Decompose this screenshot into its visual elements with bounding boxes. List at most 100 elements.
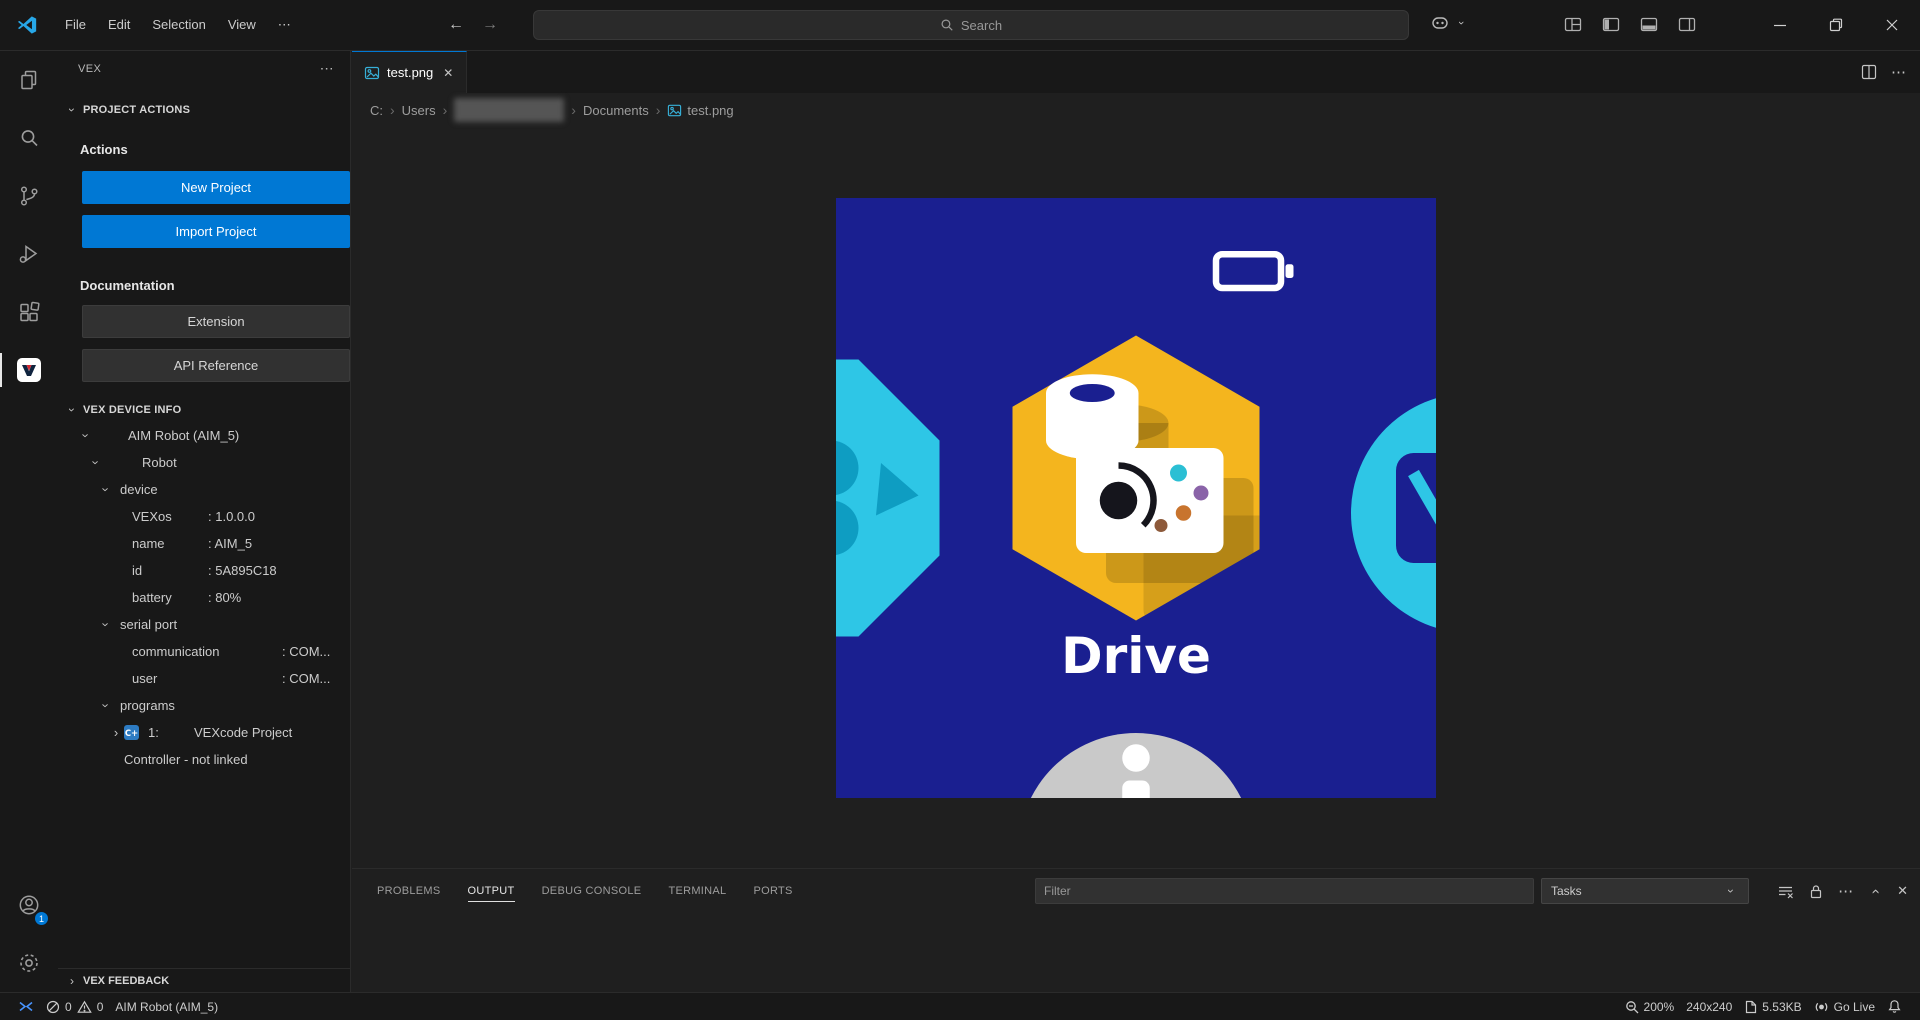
device-label: AIM Robot (AIM_5) <box>115 1000 218 1014</box>
output-channel-select[interactable]: Tasks › <box>1541 878 1749 904</box>
close-window-button[interactable] <box>1864 0 1920 50</box>
new-project-button[interactable]: New Project <box>82 171 350 204</box>
tab-bar: test.png ✕ ⋯ <box>352 51 1920 93</box>
prop-value: : 1.0.0.0 <box>208 503 255 530</box>
import-project-button[interactable]: Import Project <box>82 215 350 248</box>
titlebar: File Edit Selection View ⋯ ← → Search › <box>0 0 1920 51</box>
menu-edit[interactable]: Edit <box>97 10 141 40</box>
window-controls <box>1752 0 1920 50</box>
go-live-label: Go Live <box>1834 1000 1875 1014</box>
tab-debug-console[interactable]: DEBUG CONSOLE <box>542 880 642 902</box>
breadcrumb-file[interactable]: test.png <box>667 103 733 118</box>
breadcrumb-documents[interactable]: Documents <box>583 103 649 118</box>
remote-indicator[interactable] <box>12 996 40 1018</box>
tree-item-programs[interactable]: › programs <box>58 692 350 719</box>
extensions-icon[interactable] <box>0 283 58 341</box>
menu-more-icon[interactable]: ⋯ <box>267 10 302 40</box>
minimize-button[interactable] <box>1752 0 1808 50</box>
lock-autoscroll-icon[interactable] <box>1808 883 1824 900</box>
close-panel-icon[interactable]: ✕ <box>1897 883 1908 899</box>
tree-item-communication[interactable]: communication : COM... <box>58 638 350 665</box>
tab-test-png[interactable]: test.png ✕ <box>352 51 467 93</box>
tree-item-battery[interactable]: battery : 80% <box>58 584 350 611</box>
tree-item-id[interactable]: id : 5A895C18 <box>58 557 350 584</box>
section-project-actions[interactable]: › PROJECT ACTIONS <box>58 98 350 122</box>
explorer-icon[interactable] <box>0 51 58 109</box>
menu-file[interactable]: File <box>54 10 97 40</box>
accounts-icon[interactable]: 1 <box>0 876 58 934</box>
search-box[interactable]: Search <box>533 10 1409 40</box>
vex-extension-icon[interactable] <box>0 341 58 399</box>
forward-icon[interactable]: → <box>482 16 498 34</box>
restore-button[interactable] <box>1808 0 1864 50</box>
source-control-icon[interactable] <box>0 167 58 225</box>
tree-item-vexos[interactable]: VEXos : 1.0.0.0 <box>58 503 350 530</box>
copilot-menu[interactable]: › <box>1430 13 1469 33</box>
settings-gear-icon[interactable] <box>0 934 58 992</box>
prop-label: user <box>132 665 157 692</box>
problems-summary[interactable]: 0 0 <box>40 996 109 1018</box>
prop-value: : 5A895C18 <box>208 557 277 584</box>
api-reference-button[interactable]: API Reference <box>82 349 350 382</box>
back-icon[interactable]: ← <box>448 16 464 34</box>
close-tab-icon[interactable]: ✕ <box>440 64 456 82</box>
section-vex-feedback[interactable]: › VEX FEEDBACK <box>58 968 350 992</box>
search-view-icon[interactable] <box>0 109 58 167</box>
image-dimensions[interactable]: 240x240 <box>1680 996 1738 1018</box>
breadcrumb-drive[interactable]: C: <box>370 103 383 118</box>
search-icon <box>940 18 954 32</box>
chevron-right-icon: › <box>108 719 124 746</box>
editor-more-icon[interactable]: ⋯ <box>1891 63 1906 81</box>
toggle-primary-sidebar-icon[interactable] <box>1602 16 1620 33</box>
prop-value: : 80% <box>208 584 241 611</box>
tree-item-controller[interactable]: Controller - not linked <box>58 746 350 773</box>
section-label: PROJECT ACTIONS <box>83 104 190 116</box>
split-editor-icon[interactable] <box>1861 64 1877 80</box>
prop-label: name <box>132 530 165 557</box>
sidebar-more-icon[interactable]: ⋯ <box>320 60 334 77</box>
breadcrumb-file-label: test.png <box>687 103 733 118</box>
breadcrumb-users[interactable]: Users <box>402 103 436 118</box>
tree-item-serial-port[interactable]: › serial port <box>58 611 350 638</box>
maximize-panel-icon[interactable]: › <box>1867 883 1884 899</box>
toggle-secondary-sidebar-icon[interactable] <box>1678 16 1696 33</box>
tab-terminal[interactable]: TERMINAL <box>668 880 726 902</box>
chevron-down-icon: › <box>93 482 120 498</box>
tree-item-robot-root[interactable]: › AIM Robot (AIM_5) <box>58 422 350 449</box>
extension-docs-button[interactable]: Extension <box>82 305 350 338</box>
customize-layout-icon[interactable] <box>1564 16 1582 33</box>
breadcrumb-user-redacted[interactable] <box>454 98 564 122</box>
tab-output[interactable]: OUTPUT <box>468 880 515 902</box>
notifications-button[interactable] <box>1881 996 1908 1018</box>
status-bar: 0 0 AIM Robot (AIM_5) 200% 240x240 5.53K… <box>0 992 1920 1020</box>
menu-view[interactable]: View <box>217 10 267 40</box>
menu-selection[interactable]: Selection <box>141 10 216 40</box>
section-device-info[interactable]: › VEX DEVICE INFO <box>58 398 350 422</box>
connected-device[interactable]: AIM Robot (AIM_5) <box>109 996 224 1018</box>
image-zoom-control[interactable]: 200% <box>1619 996 1681 1018</box>
program-index: 1: <box>148 719 159 746</box>
tree-item-user-port[interactable]: user : COM... <box>58 665 350 692</box>
tree-item-device[interactable]: › device <box>58 476 350 503</box>
bell-icon <box>1887 999 1902 1014</box>
tree-item-robot[interactable]: › Robot <box>58 449 350 476</box>
error-icon <box>46 1000 60 1014</box>
tab-ports[interactable]: PORTS <box>753 880 792 902</box>
tree-label: Robot <box>142 449 177 476</box>
tree-label: device <box>120 476 158 503</box>
tree-item-name[interactable]: name : AIM_5 <box>58 530 350 557</box>
tree-item-program-1[interactable]: › C+ 1: VEXcode Project <box>58 719 350 746</box>
prop-label: battery <box>132 584 172 611</box>
output-filter-input[interactable] <box>1035 878 1534 904</box>
toggle-panel-icon[interactable] <box>1640 16 1658 33</box>
panel-more-icon[interactable]: ⋯ <box>1838 882 1853 900</box>
accounts-badge: 1 <box>34 911 49 926</box>
clear-output-icon[interactable] <box>1777 883 1794 900</box>
svg-text:C+: C+ <box>125 729 138 739</box>
go-live-button[interactable]: Go Live <box>1808 996 1881 1018</box>
image-filesize[interactable]: 5.53KB <box>1738 996 1807 1018</box>
run-debug-icon[interactable] <box>0 225 58 283</box>
drive-label: Drive <box>1061 627 1211 685</box>
tab-problems[interactable]: PROBLEMS <box>377 880 441 902</box>
sidebar-vex: VEX ⋯ › PROJECT ACTIONS Actions New Proj… <box>58 51 351 992</box>
